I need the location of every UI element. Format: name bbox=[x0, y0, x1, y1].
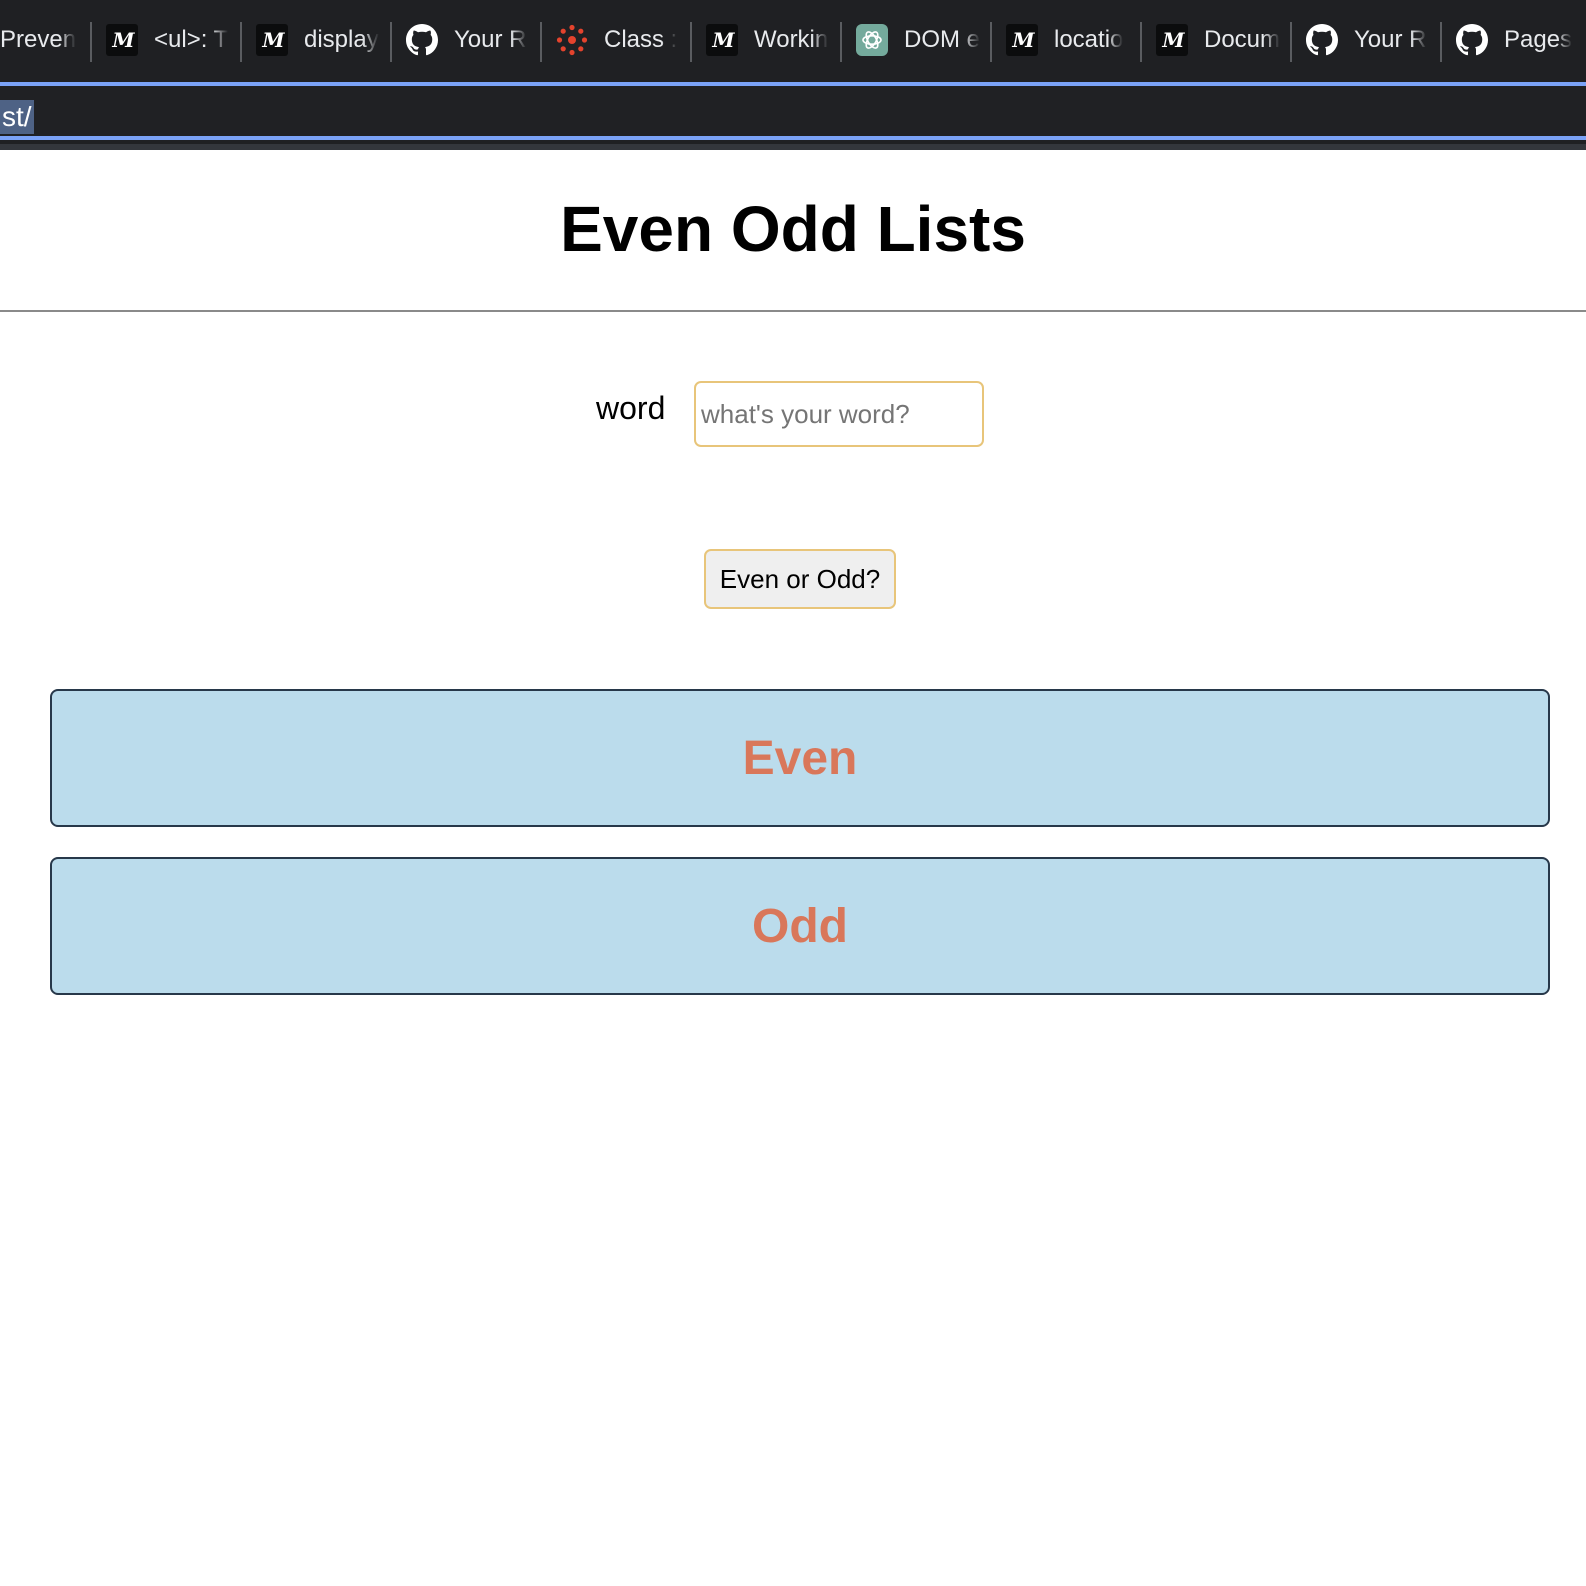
browser-tab[interactable]: M Workin bbox=[692, 0, 842, 80]
tab-title: <ul>: T bbox=[154, 26, 229, 53]
tab-title: Your R bbox=[454, 26, 527, 53]
browser-tab[interactable]: M Docum bbox=[1142, 0, 1292, 80]
browser-tab[interactable]: Your R bbox=[1292, 0, 1442, 80]
even-or-odd-button[interactable]: Even or Odd? bbox=[704, 549, 896, 609]
browser-tab[interactable]: M <ul>: T bbox=[92, 0, 242, 80]
title-divider bbox=[0, 310, 1586, 312]
mdn-icon: M bbox=[106, 24, 138, 56]
tab-title: DOM e bbox=[904, 26, 981, 53]
browser-tab[interactable]: M locatio bbox=[992, 0, 1142, 80]
page-content: Even Odd Lists word Even or Odd? Even Od… bbox=[0, 150, 1586, 1586]
browser-tab[interactable]: Preven bbox=[0, 0, 92, 80]
mdn-icon: M bbox=[1156, 24, 1188, 56]
address-field[interactable]: st/ bbox=[0, 82, 1586, 140]
tab-title: Your R bbox=[1354, 26, 1427, 53]
page-title: Even Odd Lists bbox=[560, 193, 1026, 265]
chatgpt-icon bbox=[856, 24, 888, 56]
tab-title: Preven bbox=[0, 26, 77, 53]
mdn-icon: M bbox=[706, 24, 738, 56]
mdn-icon: M bbox=[1006, 24, 1038, 56]
browser-tab[interactable]: Pages bbox=[1442, 0, 1586, 80]
tab-title: Docum bbox=[1204, 26, 1281, 53]
even-list: Even bbox=[50, 689, 1550, 827]
tab-title: Class : bbox=[604, 26, 678, 53]
github-icon bbox=[406, 24, 438, 56]
tab-title: display bbox=[304, 26, 379, 53]
browser-tab[interactable]: Your R bbox=[392, 0, 542, 80]
github-icon bbox=[1306, 24, 1338, 56]
github-icon bbox=[1456, 24, 1488, 56]
even-list-heading: Even bbox=[742, 731, 858, 785]
browser-tab-strip: Preven M <ul>: T M display Your R Class … bbox=[0, 0, 1586, 80]
word-input[interactable] bbox=[694, 381, 984, 447]
address-bar: st/ bbox=[0, 80, 1586, 150]
word-label: word bbox=[596, 390, 666, 426]
browser-tab[interactable]: DOM e bbox=[842, 0, 992, 80]
tab-title: Workin bbox=[754, 26, 829, 53]
odd-list: Odd bbox=[50, 857, 1550, 995]
browser-tab[interactable]: Class : bbox=[542, 0, 692, 80]
browser-tab[interactable]: M display bbox=[242, 0, 392, 80]
canvas-icon bbox=[556, 24, 588, 56]
tab-title: locatio bbox=[1054, 26, 1124, 53]
odd-list-heading: Odd bbox=[752, 899, 848, 953]
url-text-selected[interactable]: st/ bbox=[0, 100, 34, 134]
tab-title: Pages bbox=[1504, 26, 1573, 53]
mdn-icon: M bbox=[256, 24, 288, 56]
